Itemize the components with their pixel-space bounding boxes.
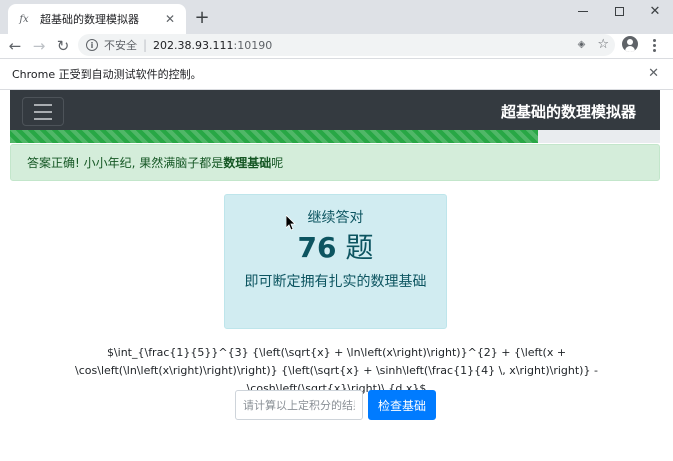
window-minimize-button[interactable]	[565, 0, 601, 22]
remaining-count: 76 题	[297, 231, 374, 264]
info-icon[interactable]: i	[86, 39, 98, 51]
tab-title: 超基础的数理模拟器	[40, 13, 139, 26]
card-description: 即可断定拥有扎实的数理基础	[244, 274, 427, 290]
check-basics-button[interactable]: 检查基础	[368, 390, 436, 420]
infobar-text: Chrome 正受到自动测试软件的控制。	[12, 68, 202, 81]
maximize-icon	[614, 6, 624, 16]
site-navbar: 超基础的数理模拟器	[10, 90, 660, 130]
window-maximize-button[interactable]	[601, 0, 637, 22]
url-port: :10190	[233, 38, 273, 52]
answer-input[interactable]	[235, 390, 363, 420]
blocked-content-icon[interactable]: ◈	[578, 39, 586, 50]
automation-infobar: Chrome 正受到自动测试软件的控制。 ✕	[0, 58, 673, 90]
function-favicon-icon: f𝑥	[19, 13, 29, 25]
navbar-toggle-button[interactable]	[22, 97, 64, 126]
card-top-text: 继续答对	[307, 210, 364, 226]
url-host: 202.38.93.111	[153, 38, 234, 52]
page-content: 超基础的数理模拟器 答案正确! 小小年纪, 果然满脑子都是数理基础呢 继续答对 …	[0, 90, 673, 461]
infobar-close-icon[interactable]: ✕	[648, 66, 659, 81]
address-bar[interactable]: i 不安全 | 202.38.93.111 :10190 ◈ ☆	[78, 34, 615, 56]
answer-form: 检查基础	[235, 390, 445, 420]
navbar-brand[interactable]: 超基础的数理模拟器	[501, 101, 636, 122]
remaining-questions-card: 继续答对 76 题 即可断定拥有扎实的数理基础	[224, 194, 447, 329]
back-button[interactable]: ←	[3, 34, 27, 58]
browser-tab-strip: f𝑥 超基础的数理模拟器 ✕ + ✕	[0, 0, 673, 34]
new-tab-button[interactable]: +	[192, 8, 212, 28]
browser-tab[interactable]: f𝑥 超基础的数理模拟器 ✕	[8, 4, 186, 34]
bookmark-star-icon[interactable]: ☆	[597, 37, 609, 52]
progress-bar-fill	[10, 130, 538, 143]
minimize-icon	[578, 10, 588, 12]
progress-bar-track	[10, 130, 660, 143]
mouse-cursor-icon	[286, 215, 296, 231]
address-bar-actions: ◈ ☆	[578, 37, 609, 52]
browser-menu-icon[interactable]	[648, 36, 660, 54]
not-secure-label: 不安全	[104, 39, 137, 52]
address-separator: |	[143, 38, 148, 52]
reload-button[interactable]: ↻	[51, 34, 75, 58]
alert-text: 答案正确! 小小年纪, 果然满脑子都是数理基础呢	[27, 156, 284, 170]
success-alert: 答案正确! 小小年纪, 果然满脑子都是数理基础呢	[10, 144, 660, 181]
alert-emphasis: 数理基础	[223, 156, 272, 170]
profile-avatar-icon[interactable]	[622, 36, 638, 52]
tab-close-icon[interactable]: ✕	[162, 11, 178, 27]
forward-button[interactable]: →	[27, 34, 51, 58]
window-close-button[interactable]: ✕	[637, 0, 673, 22]
browser-toolbar: ← → ↻ i 不安全 | 202.38.93.111 :10190 ◈ ☆	[0, 34, 673, 58]
